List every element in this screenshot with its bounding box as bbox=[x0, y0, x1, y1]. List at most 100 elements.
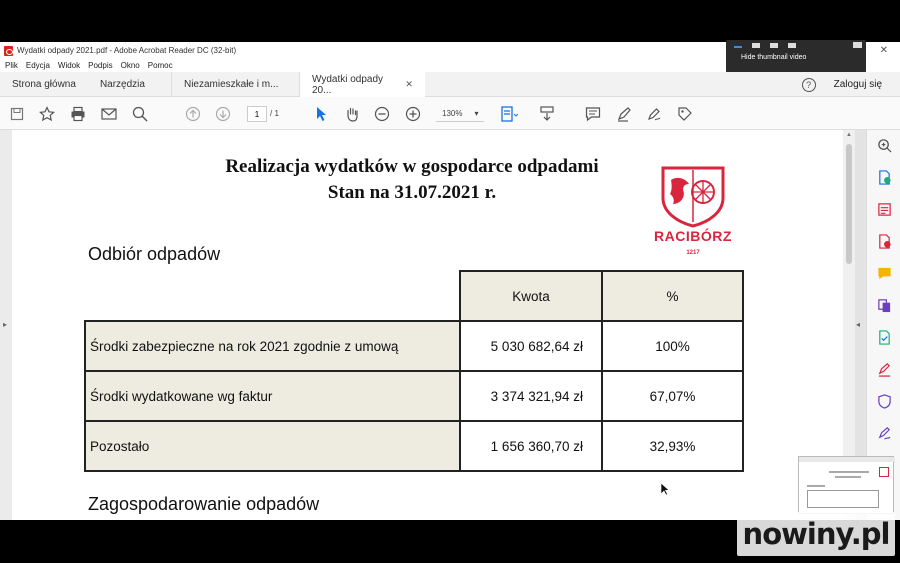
pdf-page: Realizacja wydatków w gospodarce odpadam… bbox=[12, 130, 843, 520]
hand-tool-icon[interactable] bbox=[343, 105, 361, 123]
comment-icon[interactable] bbox=[584, 105, 602, 123]
column-header-amount: Kwota bbox=[459, 270, 603, 322]
document-title-line-2: Stan na 31.07.2021 r. bbox=[327, 182, 497, 203]
window-title: Wydatki odpady 2021.pdf - Adobe Acrobat … bbox=[17, 46, 237, 55]
tab-bar: Strona główna Narzędzia Niezamieszkałe i… bbox=[0, 71, 900, 98]
save-icon[interactable] bbox=[8, 105, 26, 123]
select-cursor-icon[interactable] bbox=[312, 105, 330, 123]
scroll-mode-icon[interactable] bbox=[538, 105, 556, 123]
comment-tool-icon[interactable] bbox=[877, 266, 892, 281]
layout-minimize-icon[interactable] bbox=[734, 45, 742, 48]
tab-document-1[interactable]: Niezamieszkałe i m... bbox=[170, 71, 299, 97]
previous-page-icon[interactable] bbox=[184, 105, 202, 123]
page-total: / 1 bbox=[270, 109, 279, 118]
highlight-pen-icon[interactable] bbox=[615, 105, 633, 123]
tab-document-2[interactable]: Wydatki odpady 20... ✕ bbox=[298, 71, 425, 98]
zoom-out-icon[interactable] bbox=[373, 105, 391, 123]
zoom-tool-icon[interactable] bbox=[877, 138, 892, 153]
row-label: Środki wydatkowane wg faktur bbox=[84, 370, 461, 422]
table-row: Środki wydatkowane wg faktur 3 374 321,9… bbox=[84, 370, 744, 422]
table-row: Pozostało 1 656 360,70 zł 32,93% bbox=[84, 420, 744, 472]
menu-edit[interactable]: Edycja bbox=[26, 61, 50, 70]
next-page-icon[interactable] bbox=[214, 105, 232, 123]
document-title: Realizacja wydatków w gospodarce odpadam… bbox=[92, 154, 732, 206]
combine-files-icon[interactable] bbox=[877, 298, 892, 313]
help-icon[interactable]: ? bbox=[801, 77, 816, 92]
email-icon[interactable] bbox=[100, 105, 118, 123]
protect-shield-icon[interactable] bbox=[877, 394, 892, 409]
table-header-row: Kwota % bbox=[85, 270, 744, 322]
layout-stack-icon[interactable] bbox=[770, 42, 778, 48]
section-heading-collection: Odbiór odpadów bbox=[88, 244, 221, 264]
thumbnail-table bbox=[807, 490, 879, 508]
account-area: ? Zaloguj się bbox=[801, 72, 882, 97]
chevron-down-icon: ▾ bbox=[474, 109, 479, 118]
zoom-in-icon[interactable] bbox=[404, 105, 422, 123]
section-heading-management: Zagospodarowanie odpadów bbox=[88, 494, 320, 514]
table-row: Środki zabezpieczne na rok 2021 zgodnie … bbox=[84, 320, 744, 372]
expand-left-icon: ▸ bbox=[3, 320, 8, 329]
menu-help[interactable]: Pomoc bbox=[148, 61, 173, 70]
edit-pdf-icon[interactable] bbox=[877, 234, 892, 249]
logo-year: 1217 bbox=[686, 250, 700, 256]
search-icon[interactable] bbox=[131, 105, 149, 123]
zoom-level-dropdown[interactable]: 130% ▾ bbox=[436, 106, 484, 122]
tab-document-2-label: Wydatki odpady 20... bbox=[311, 73, 384, 96]
sign-pen-icon[interactable] bbox=[645, 105, 663, 123]
row-amount: 5 030 682,64 zł bbox=[459, 320, 603, 372]
tab-tools[interactable]: Narzędzia bbox=[88, 72, 157, 97]
collapse-right-panel-icon[interactable]: ◂ bbox=[856, 320, 860, 329]
page-number-input[interactable]: 1 bbox=[247, 106, 267, 122]
bookmark-star-icon[interactable] bbox=[38, 105, 56, 123]
screen: Wydatki odpady 2021.pdf - Adobe Acrobat … bbox=[0, 0, 900, 563]
row-percent: 67,07% bbox=[601, 370, 744, 422]
scrollbar-thumb[interactable] bbox=[846, 144, 852, 264]
tab-home-label: Strona główna bbox=[12, 78, 76, 90]
layout-pip-icon[interactable] bbox=[853, 42, 862, 48]
scan-ocr-icon[interactable] bbox=[877, 330, 892, 345]
fill-sign-icon[interactable] bbox=[877, 362, 892, 377]
row-label: Pozostało bbox=[84, 420, 461, 472]
row-amount: 3 374 321,94 zł bbox=[459, 370, 603, 422]
menu-sign[interactable]: Podpis bbox=[88, 61, 112, 70]
table-header-spacer bbox=[85, 271, 460, 321]
raciborz-logo: RACIBÓRZ 1217 bbox=[645, 164, 741, 264]
thumbnail-line bbox=[835, 476, 861, 478]
tab-tools-label: Narzędzia bbox=[99, 78, 145, 90]
tab-home[interactable]: Strona główna bbox=[0, 72, 88, 97]
toolbar: 1 / 1 130% ▾ bbox=[0, 97, 900, 130]
print-icon[interactable] bbox=[69, 105, 87, 123]
sign-in-link[interactable]: Zaloguj się bbox=[834, 79, 882, 90]
thumbnail-toolbar bbox=[799, 457, 895, 462]
logo-text: RACIBÓRZ bbox=[654, 228, 732, 244]
video-layout-controls bbox=[734, 40, 796, 50]
menu-file[interactable]: Plik bbox=[5, 61, 18, 70]
thumbnail-line bbox=[807, 485, 825, 487]
menu-window[interactable]: Okno bbox=[121, 61, 140, 70]
close-tab-icon[interactable]: ✕ bbox=[405, 79, 413, 90]
row-percent: 32,93% bbox=[601, 420, 744, 472]
request-signature-icon[interactable] bbox=[877, 426, 892, 441]
layout-grid-icon[interactable] bbox=[788, 42, 796, 48]
tooltip-text: Hide thumbnail video bbox=[741, 54, 807, 61]
row-label: Środki zabezpieczne na rok 2021 zgodnie … bbox=[84, 320, 461, 372]
row-percent: 100% bbox=[601, 320, 744, 372]
row-amount: 1 656 360,70 zł bbox=[459, 420, 603, 472]
tab-document-1-label: Niezamieszkałe i m... bbox=[183, 78, 279, 90]
column-header-percent: % bbox=[601, 270, 744, 322]
scroll-up-icon[interactable]: ▲ bbox=[846, 132, 852, 138]
create-pdf-icon[interactable] bbox=[877, 202, 892, 217]
zoom-level-value: 130% bbox=[442, 109, 463, 118]
stamp-tag-icon[interactable] bbox=[676, 105, 694, 123]
close-window-button[interactable]: ✕ bbox=[880, 45, 888, 56]
export-pdf-icon[interactable] bbox=[877, 170, 892, 185]
layout-list-icon[interactable] bbox=[752, 42, 760, 48]
thumbnail-line bbox=[829, 471, 869, 473]
page-display-icon[interactable] bbox=[500, 105, 518, 123]
thumbnail-video[interactable] bbox=[798, 456, 895, 514]
document-title-line-1: Realizacja wydatków w gospodarce odpadam… bbox=[225, 156, 599, 177]
thumbnail-video-tooltip: Hide thumbnail video bbox=[726, 40, 866, 73]
left-panel-toggle[interactable]: ▸ bbox=[0, 130, 12, 520]
menu-view[interactable]: Widok bbox=[58, 61, 80, 70]
nowiny-watermark: nowiny.pl bbox=[737, 512, 895, 556]
